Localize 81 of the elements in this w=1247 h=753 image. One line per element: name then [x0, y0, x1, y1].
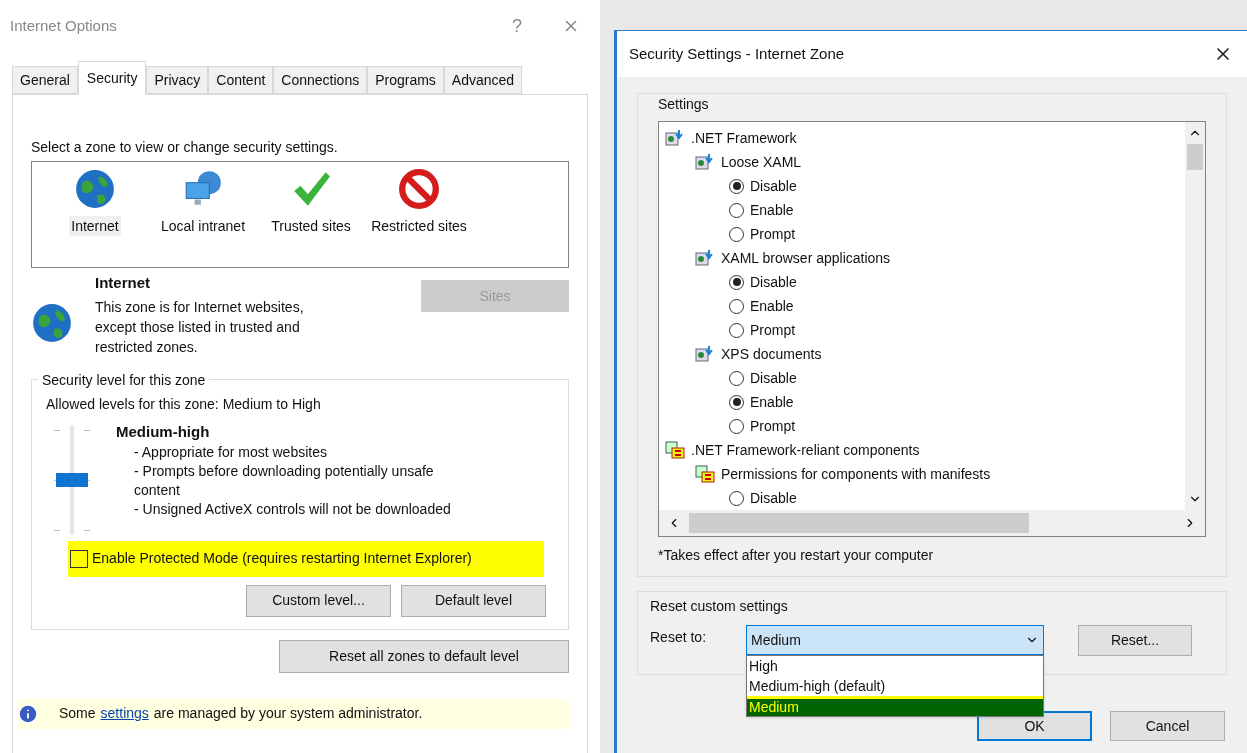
footnote-text: *Takes effect after you restart your computer — [658, 546, 935, 565]
zone-item[interactable]: Local intranet — [152, 168, 254, 236]
radio-button[interactable] — [729, 226, 744, 242]
option-label: Disable — [750, 368, 797, 388]
option-label: Prompt — [750, 224, 796, 244]
field-label: Reset to: — [650, 628, 708, 647]
globe-icon — [74, 168, 116, 210]
group-legend: Settings — [658, 92, 1206, 121]
dialog-button[interactable]: Cancel — [1110, 711, 1225, 741]
info-text: are managed by your system administrator. — [153, 704, 423, 723]
radio-button[interactable] — [729, 202, 744, 218]
zone-item[interactable]: Trusted sites — [260, 168, 362, 236]
tree-item: XPS documents — [721, 344, 822, 364]
vertical-scrollbar[interactable] — [1185, 122, 1205, 510]
tree-item: Loose XAML — [721, 152, 802, 172]
option-label: Prompt — [750, 416, 796, 436]
window-title: Internet Options — [10, 15, 118, 36]
checkbox[interactable] — [70, 549, 88, 568]
radio-button[interactable] — [729, 178, 744, 194]
radio-button[interactable] — [729, 394, 744, 410]
dropdown-option[interactable]: Medium — [747, 696, 1043, 716]
option-label: Enable — [750, 392, 794, 412]
option-label: Prompt — [750, 320, 796, 340]
download-settings-icon — [695, 345, 715, 363]
level-description: - Appropriate for most websites — [134, 443, 328, 462]
allowed-levels-text: Allowed levels for this zone: Medium to High — [46, 395, 321, 412]
tab[interactable]: Programs — [367, 66, 444, 94]
option-label: Enable — [750, 296, 794, 316]
tab[interactable]: Connections — [273, 66, 368, 94]
group-legend: Reset custom settings — [650, 592, 1214, 617]
reset-level-dropdown[interactable]: Medium — [746, 625, 1044, 655]
scrollbar-thumb[interactable] — [689, 513, 1029, 533]
slider-thumb[interactable] — [56, 472, 88, 487]
option-label: Disable — [750, 488, 797, 508]
zone-item[interactable]: Internet — [44, 168, 146, 236]
tab[interactable]: Advanced — [443, 66, 523, 94]
dropdown-option[interactable]: High — [747, 656, 1043, 676]
window-title: Security Settings - Internet Zone — [629, 43, 846, 64]
level-button[interactable]: Custom level... — [246, 584, 391, 617]
tree-item: .NET Framework — [691, 128, 797, 148]
zone-item[interactable]: Restricted sites — [368, 168, 470, 236]
tab[interactable]: Privacy — [146, 66, 209, 94]
no-entry-icon — [398, 168, 440, 210]
level-button[interactable]: Default level — [401, 584, 546, 617]
download-settings-icon — [695, 153, 715, 171]
reset-all-zones-button[interactable]: Reset all zones to default level — [279, 639, 569, 673]
level-description: - Unsigned ActiveX controls will not be downloaded — [134, 500, 452, 519]
radio-button[interactable] — [729, 298, 744, 314]
components-icon — [665, 441, 685, 459]
download-settings-icon — [695, 249, 715, 267]
checkbox-label: Enable Protected Mode (requires restarting Internet Explorer) — [92, 549, 472, 568]
radio-button[interactable] — [729, 370, 744, 386]
option-label: Disable — [750, 272, 797, 292]
horizontal-scrollbar[interactable] — [659, 510, 1205, 536]
instruction-text: Select a zone to view or change security settings. — [31, 138, 339, 157]
tree-item: XAML browser applications — [721, 248, 891, 268]
tree-item: .NET Framework-reliant components — [691, 440, 920, 460]
option-label: Disable — [750, 176, 797, 196]
radio-button[interactable] — [729, 418, 744, 434]
tree-item: Permissions for components with manifests — [721, 464, 991, 484]
zone-name: Internet — [95, 273, 151, 293]
globe-icon — [31, 302, 73, 344]
level-description: - Prompts before downloading potentially unsafe content — [134, 462, 435, 500]
help-button[interactable]: ? — [512, 12, 522, 40]
reset-button[interactable]: Reset... — [1078, 625, 1192, 656]
radio-button[interactable] — [729, 274, 744, 290]
radio-button[interactable] — [729, 490, 744, 506]
tab[interactable]: Content — [208, 66, 274, 94]
settings-link[interactable]: settings — [100, 703, 149, 724]
info-icon — [17, 702, 39, 725]
scrollbar-thumb[interactable] — [1187, 144, 1203, 170]
level-name: Medium-high — [116, 421, 211, 442]
download-settings-icon — [665, 129, 685, 147]
dropdown-option[interactable]: Medium-high (default) — [747, 676, 1043, 696]
option-label: Enable — [750, 200, 794, 220]
tab[interactable]: General — [12, 66, 78, 94]
info-text: Some — [59, 704, 96, 723]
tab[interactable]: Security — [77, 61, 147, 95]
radio-button[interactable] — [729, 322, 744, 338]
zone-description: This zone is for Internet websites, except those listed in trusted and restricted zones. — [95, 297, 305, 357]
components-icon — [695, 465, 715, 483]
